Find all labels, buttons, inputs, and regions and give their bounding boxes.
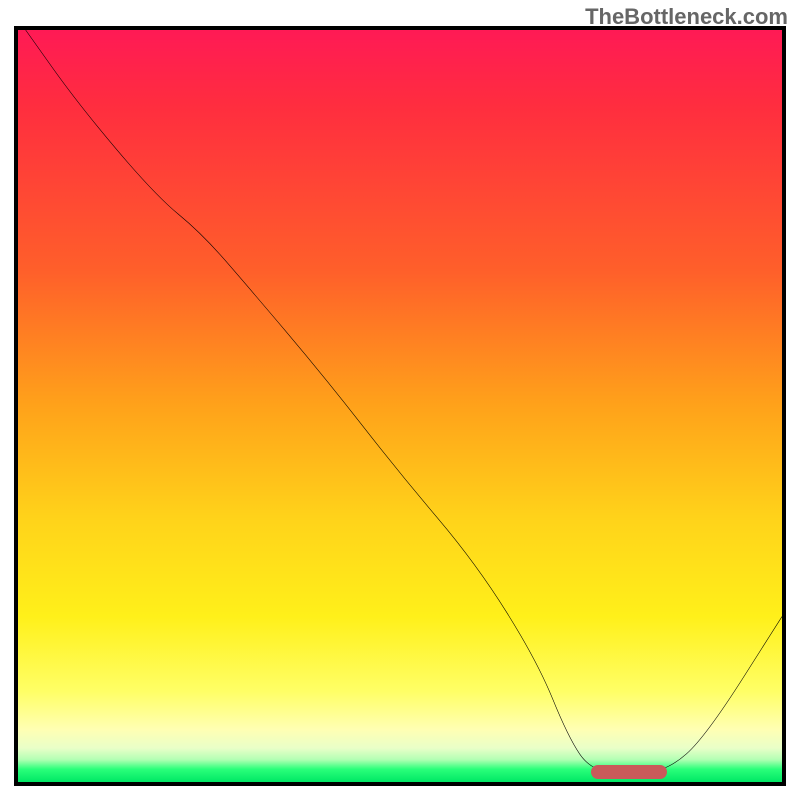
plot-area bbox=[18, 30, 782, 782]
watermark-text: TheBottleneck.com bbox=[585, 4, 788, 30]
plot-frame bbox=[14, 26, 786, 786]
curve-path bbox=[26, 30, 782, 772]
chart-container: TheBottleneck.com bbox=[0, 0, 800, 800]
bottleneck-curve bbox=[18, 30, 782, 782]
optimal-zone-marker bbox=[591, 765, 667, 779]
